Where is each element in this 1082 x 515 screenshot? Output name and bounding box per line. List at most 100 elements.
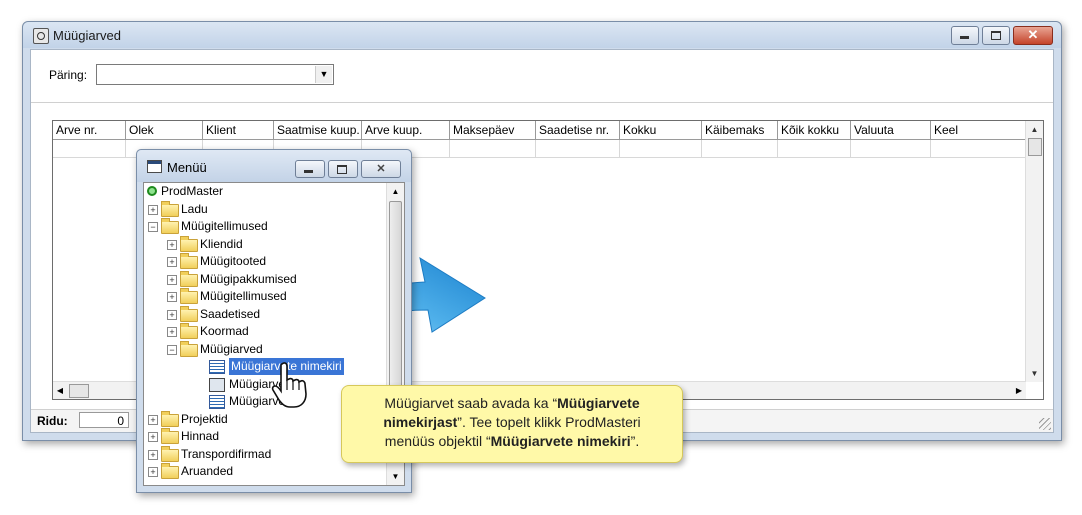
table-cell[interactable]: [931, 140, 1026, 157]
column-header[interactable]: Valuuta: [851, 121, 931, 139]
collapse-icon[interactable]: −: [167, 344, 177, 355]
callout-text-3: menüüs objektil “: [384, 433, 491, 449]
tree-item-label: Koormad: [200, 324, 249, 338]
callout-bold-3: Müügiarvete nimekiri: [490, 433, 631, 449]
tree-item[interactable]: ProdMaster: [144, 183, 384, 200]
scroll-right-icon[interactable]: ▶: [1012, 382, 1026, 399]
table-cell[interactable]: [702, 140, 778, 157]
expand-icon[interactable]: +: [167, 257, 177, 267]
folder-icon: [180, 235, 198, 252]
close-button[interactable]: ✕: [1013, 26, 1053, 45]
column-header[interactable]: Saatmise kuup.: [274, 121, 362, 139]
vertical-scrollbar[interactable]: ▲ ▼: [1025, 121, 1043, 382]
scroll-thumb[interactable]: [1028, 138, 1042, 156]
expand-icon[interactable]: +: [167, 239, 177, 250]
tree-item[interactable]: − Müügitellimused: [144, 218, 384, 235]
tree-item-label: Müügitooted: [200, 254, 267, 268]
rows-label: Ridu:: [37, 414, 68, 428]
menu-close-button[interactable]: ✕: [361, 160, 401, 178]
close-icon: ✕: [1027, 27, 1039, 42]
expand-icon[interactable]: +: [167, 274, 177, 285]
tree-item[interactable]: Müügiarvete nimekiri: [144, 357, 384, 376]
form-icon: [209, 377, 225, 392]
table-cell[interactable]: [450, 140, 536, 157]
close-icon: ✕: [376, 163, 386, 175]
scroll-down-icon[interactable]: ▼: [1026, 365, 1043, 382]
expand-icon[interactable]: +: [148, 204, 158, 215]
callout-bold-1: Müügiarvete: [557, 395, 640, 411]
column-header[interactable]: Kokku: [620, 121, 702, 139]
divider: [31, 102, 1053, 103]
expand-icon[interactable]: +: [148, 414, 158, 425]
tree-item-label: Transpordifirmad: [181, 446, 272, 461]
tree-item[interactable]: + Müügitellimused: [144, 288, 384, 305]
expand-icon[interactable]: +: [167, 327, 177, 337]
query-select[interactable]: ▼: [96, 64, 334, 85]
column-header[interactable]: Arve nr.: [53, 121, 126, 139]
expand-icon[interactable]: +: [148, 467, 158, 477]
tree-item-label: Projektid: [181, 411, 228, 426]
tree-item[interactable]: + Ladu: [144, 200, 384, 218]
expand-icon[interactable]: +: [167, 292, 177, 302]
tree-item-label: ProdMaster: [161, 184, 224, 198]
tree-item[interactable]: + Saadetised: [144, 305, 384, 323]
minimize-icon: [960, 36, 969, 39]
folder-icon: [161, 428, 179, 444]
maximize-button[interactable]: [982, 26, 1010, 45]
tree-item[interactable]: + Kliendid: [144, 235, 384, 253]
collapse-icon[interactable]: −: [148, 222, 158, 232]
tree-item[interactable]: + Koormad: [144, 323, 384, 340]
chevron-down-icon[interactable]: ▼: [315, 66, 332, 83]
callout-bold-2: nimekirjast: [383, 414, 458, 430]
callout-box: Müügiarvet saab avada ka “Müügiarvete ni…: [341, 385, 683, 463]
folder-icon: [180, 305, 198, 322]
table-cell[interactable]: [851, 140, 931, 157]
main-title-bar[interactable]: Müügiarved ✕: [23, 22, 1061, 48]
column-header[interactable]: Olek: [126, 121, 203, 139]
menu-title-bar[interactable]: Menüü ✕: [137, 150, 411, 182]
column-header[interactable]: Saadetise nr.: [536, 121, 620, 139]
expand-icon[interactable]: +: [167, 309, 177, 320]
table-cell[interactable]: [53, 140, 126, 157]
folder-icon: [161, 445, 179, 462]
scroll-down-icon[interactable]: ▼: [387, 468, 404, 485]
h-scroll-thumb[interactable]: [69, 384, 89, 398]
tree-item-label: Aruanded: [181, 464, 234, 478]
column-header[interactable]: Maksepäev: [450, 121, 536, 139]
column-header[interactable]: Klient: [203, 121, 274, 139]
column-header[interactable]: Keel: [931, 121, 1026, 139]
grid-icon: [209, 395, 225, 409]
table-cell[interactable]: [536, 140, 620, 157]
tree-item[interactable]: + Aruanded: [144, 463, 384, 480]
menu-minimize-button[interactable]: [295, 160, 325, 178]
scroll-up-icon[interactable]: ▲: [1026, 121, 1043, 138]
column-header[interactable]: Kõik kokku: [778, 121, 851, 139]
folder-icon: [180, 270, 198, 287]
tree-item[interactable]: + Müügitooted: [144, 253, 384, 270]
tree-item-label: Müügitellimused: [181, 219, 268, 233]
table-cell[interactable]: [620, 140, 702, 157]
app-icon: [33, 28, 49, 44]
tree-item[interactable]: + Müügipakkumised: [144, 270, 384, 288]
maximize-icon: [337, 165, 347, 174]
tree-item-label: Müügitellimused: [200, 289, 287, 303]
expand-icon[interactable]: +: [148, 449, 158, 460]
tree-item-label: Saadetised: [200, 306, 261, 321]
column-header[interactable]: Käibemaks: [702, 121, 778, 139]
minimize-button[interactable]: [951, 26, 979, 45]
maximize-icon: [991, 31, 1001, 40]
column-header[interactable]: Arve kuup.: [362, 121, 450, 139]
folder-open-icon: [161, 218, 179, 234]
hand-cursor-icon: [271, 362, 307, 408]
table-cell[interactable]: [778, 140, 851, 157]
scroll-up-icon[interactable]: ▲: [387, 183, 404, 200]
window-icon: [147, 160, 162, 173]
root-icon: [147, 186, 157, 196]
resize-grip-icon[interactable]: [1039, 418, 1051, 430]
scroll-left-icon[interactable]: ◀: [53, 382, 67, 399]
folder-icon: [180, 323, 198, 339]
menu-maximize-button[interactable]: [328, 160, 358, 178]
tree-item[interactable]: − Müügiarved: [144, 340, 384, 358]
expand-icon[interactable]: +: [148, 432, 158, 442]
folder-open-icon: [180, 340, 198, 357]
